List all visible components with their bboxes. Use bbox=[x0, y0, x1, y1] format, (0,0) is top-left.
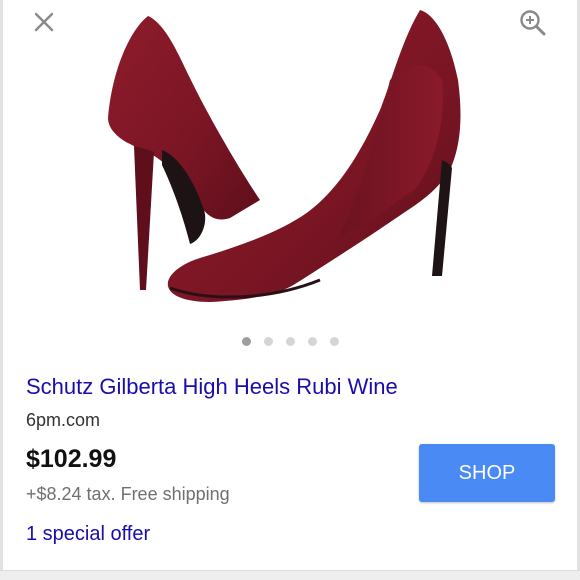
carousel-dot[interactable] bbox=[285, 337, 295, 346]
back-shoe-heel bbox=[134, 146, 154, 290]
zoom-button[interactable] bbox=[516, 6, 550, 40]
carousel-dot[interactable] bbox=[241, 337, 251, 346]
product-image[interactable] bbox=[90, 0, 500, 318]
left-edge bbox=[0, 0, 3, 580]
special-offer-link[interactable]: 1 special offer bbox=[26, 523, 150, 546]
merchant-name: 6pm.com bbox=[26, 410, 101, 430]
close-button[interactable] bbox=[28, 6, 60, 38]
close-icon bbox=[34, 12, 54, 32]
bottom-divider bbox=[0, 570, 580, 580]
product-price: $102.99 bbox=[26, 445, 117, 473]
zoom-in-icon bbox=[520, 10, 546, 36]
shop-button[interactable]: SHOP bbox=[419, 444, 555, 502]
product-title[interactable]: Schutz Gilberta High Heels Rubi Wine bbox=[26, 374, 398, 400]
carousel-indicator bbox=[0, 337, 580, 346]
carousel-dot[interactable] bbox=[307, 337, 317, 346]
tax-shipping-info: +$8.24 tax. Free shipping bbox=[26, 484, 230, 504]
product-card: Schutz Gilberta High Heels Rubi Wine 6pm… bbox=[0, 0, 580, 580]
carousel-dot[interactable] bbox=[329, 337, 339, 346]
carousel-dot[interactable] bbox=[263, 337, 273, 346]
